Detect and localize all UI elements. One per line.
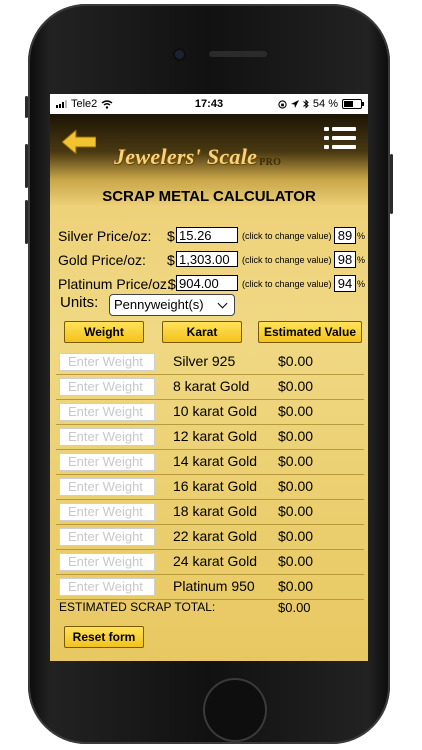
table-row: Enter Weight Platinum 950 $0.00 (56, 574, 364, 600)
gold-price-row: Gold Price/oz: $ 1,303.00 (click to chan… (50, 251, 368, 269)
weight-input[interactable]: Enter Weight (59, 478, 155, 496)
home-button[interactable] (205, 680, 265, 740)
gold-price-label: Gold Price/oz: (58, 252, 146, 268)
back-arrow-icon[interactable] (62, 130, 96, 154)
metal-value: $0.00 (278, 403, 314, 419)
platinum-percent-sign: % (357, 279, 366, 289)
units-selected-value: Pennyweight(s) (114, 297, 204, 312)
metal-name: 14 karat Gold (173, 453, 258, 469)
mute-switch (25, 96, 28, 118)
silver-price-row: Silver Price/oz: $ 15.26 (click to chang… (50, 227, 368, 245)
gold-percent-input[interactable]: 98 (334, 251, 356, 268)
weight-input[interactable]: Enter Weight (59, 553, 155, 571)
metal-name: 8 karat Gold (173, 378, 250, 394)
metal-value: $0.00 (278, 353, 314, 369)
units-label: Units: (60, 294, 99, 311)
silver-price-hint: (click to change value) (242, 231, 332, 241)
metal-name: 10 karat Gold (173, 403, 258, 419)
volume-down-button (25, 200, 28, 244)
gold-currency: $ (167, 252, 175, 268)
platinum-percent-input[interactable]: 94 (334, 275, 356, 292)
silver-currency: $ (167, 228, 175, 244)
metal-name: 24 karat Gold (173, 553, 258, 569)
metal-value: $0.00 (278, 503, 314, 519)
volume-up-button (25, 144, 28, 188)
gold-percent-sign: % (357, 255, 366, 265)
metal-name: 18 karat Gold (173, 503, 258, 519)
metal-name: 22 karat Gold (173, 528, 258, 544)
chevron-down-icon (217, 298, 228, 309)
weight-input[interactable]: Enter Weight (59, 378, 155, 396)
silver-percent-input[interactable]: 89 (334, 227, 356, 244)
weight-input[interactable]: Enter Weight (59, 528, 155, 546)
app-logo: Jewelers' Scale PRO (114, 144, 281, 170)
weight-column-button[interactable]: Weight (64, 321, 144, 343)
metal-name: Platinum 950 (173, 578, 255, 594)
app-header: Jewelers' Scale PRO (50, 114, 368, 182)
metal-value: $0.00 (278, 453, 314, 469)
page-title: SCRAP METAL CALCULATOR (102, 188, 316, 205)
table-row: Enter Weight 16 karat Gold $0.00 (56, 474, 364, 500)
menu-icon[interactable] (324, 127, 356, 151)
status-bar: Tele2 17:43 54 % (50, 94, 368, 114)
app-content: Jewelers' Scale PRO SCRAP METAL CALCULATO… (50, 114, 368, 661)
total-value: $0.00 (278, 600, 311, 615)
platinum-price-row: Platinum Price/oz: $ 904.00 (click to ch… (50, 275, 368, 293)
weight-input[interactable]: Enter Weight (59, 403, 155, 421)
table-row: Enter Weight 8 karat Gold $0.00 (56, 374, 364, 400)
table-row: Enter Weight 14 karat Gold $0.00 (56, 449, 364, 475)
silver-percent-sign: % (357, 231, 366, 241)
weight-input[interactable]: Enter Weight (59, 453, 155, 471)
metal-value: $0.00 (278, 553, 314, 569)
orientation-lock-icon (278, 99, 287, 109)
platinum-price-label: Platinum Price/oz: (58, 276, 171, 292)
location-icon (290, 99, 299, 108)
table-row: Enter Weight 10 karat Gold $0.00 (56, 399, 364, 425)
earpiece-speaker (209, 51, 267, 57)
weight-input[interactable]: Enter Weight (59, 428, 155, 446)
karat-column-button[interactable]: Karat (162, 321, 242, 343)
table-row: Enter Weight 18 karat Gold $0.00 (56, 499, 364, 525)
table-row: Enter Weight 22 karat Gold $0.00 (56, 524, 364, 550)
weight-input[interactable]: Enter Weight (59, 578, 155, 596)
table-row: Enter Weight Silver 925 $0.00 (56, 349, 364, 375)
table-row: Enter Weight 24 karat Gold $0.00 (56, 549, 364, 575)
estimated-value-column-button[interactable]: Estimated Value (258, 321, 362, 343)
reset-form-button[interactable]: Reset form (64, 626, 144, 648)
battery-icon (342, 99, 364, 109)
bluetooth-icon (303, 99, 309, 109)
metal-name: 12 karat Gold (173, 428, 258, 444)
metal-value: $0.00 (278, 578, 314, 594)
silver-price-input[interactable]: 15.26 (176, 227, 238, 243)
metal-value: $0.00 (278, 478, 314, 494)
weight-input[interactable]: Enter Weight (59, 353, 155, 371)
units-select[interactable]: Pennyweight(s) (109, 294, 235, 316)
platinum-price-input[interactable]: 904.00 (176, 275, 238, 291)
logo-pro: PRO (259, 157, 282, 168)
power-button (390, 154, 393, 214)
metal-value: $0.00 (278, 428, 314, 444)
gold-price-hint: (click to change value) (242, 255, 332, 265)
metal-name: 16 karat Gold (173, 478, 258, 494)
status-right: 54 % (278, 98, 364, 110)
logo-text: Jewelers' Scale (114, 144, 258, 169)
screen: Tele2 17:43 54 % Jewelers' Scale PRO SCR… (50, 94, 368, 661)
metal-value: $0.00 (278, 378, 314, 394)
platinum-currency: $ (168, 276, 176, 292)
weight-input[interactable]: Enter Weight (59, 503, 155, 521)
gold-price-input[interactable]: 1,303.00 (176, 251, 238, 267)
total-label: ESTIMATED SCRAP TOTAL: (59, 600, 216, 614)
table-row: Enter Weight 12 karat Gold $0.00 (56, 424, 364, 450)
platinum-price-hint: (click to change value) (242, 279, 332, 289)
metal-name: Silver 925 (173, 353, 236, 369)
silver-price-label: Silver Price/oz: (58, 228, 152, 244)
battery-percent: 54 % (312, 98, 338, 110)
front-camera (175, 50, 184, 59)
metal-value: $0.00 (278, 528, 314, 544)
